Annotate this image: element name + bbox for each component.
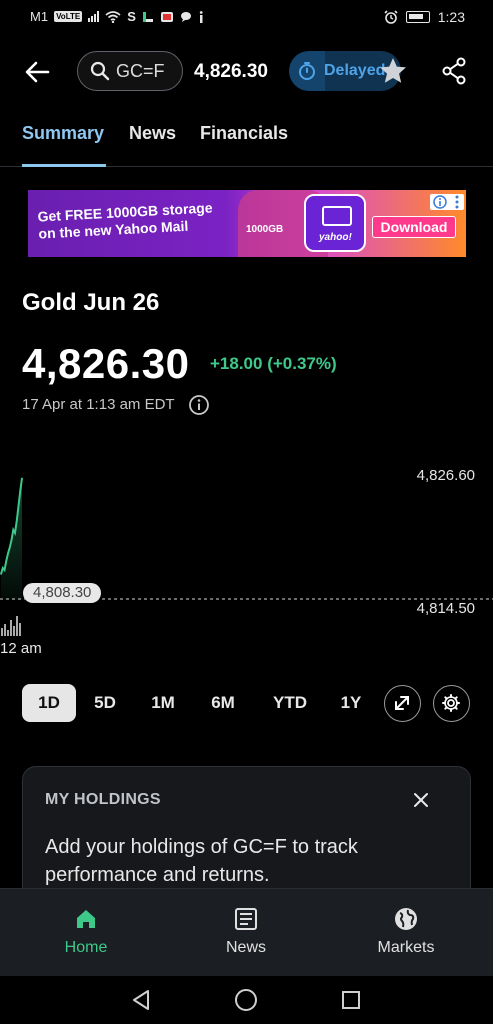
battery-icon bbox=[405, 11, 430, 23]
delayed-clock-bg bbox=[289, 51, 325, 91]
series-point bbox=[14, 532, 16, 534]
active-tab-indicator bbox=[22, 164, 106, 167]
series-point bbox=[7, 552, 9, 555]
ad-storage-badge: 1000GB bbox=[246, 224, 284, 235]
star-icon bbox=[380, 58, 406, 83]
mail-notification-icon bbox=[160, 11, 173, 22]
gear-icon bbox=[442, 694, 460, 712]
price-change: +18.00 (+0.37%) bbox=[210, 354, 337, 373]
delayed-label: Delayed bbox=[324, 62, 386, 79]
status-extra-label: S bbox=[127, 9, 136, 24]
chat-notification-icon bbox=[180, 11, 191, 22]
status-bar: M1 VoLTE S 1:23 bbox=[0, 0, 493, 34]
system-recents-icon[interactable] bbox=[341, 990, 361, 1010]
carrier-label: M1 bbox=[30, 9, 49, 24]
quote-header: GC=F 4,826.30 Delayed bbox=[0, 48, 493, 96]
price-chart[interactable]: 4,826.60 4,814.50 4,808.30 12 am bbox=[0, 430, 493, 670]
fullscreen-chart-button[interactable] bbox=[384, 685, 421, 722]
nav-news-label: News bbox=[225, 939, 266, 956]
chart-settings-button[interactable] bbox=[433, 685, 470, 722]
series-point bbox=[12, 529, 14, 531]
dismiss-holdings-button[interactable] bbox=[412, 791, 430, 814]
envelope-icon bbox=[322, 206, 352, 226]
previous-close-badge: 4,808.30 bbox=[23, 583, 102, 603]
share-button[interactable] bbox=[441, 57, 467, 90]
range-selector: 1D 5D 1M 6M YTD 1Y bbox=[0, 684, 493, 724]
nav-markets[interactable]: Markets bbox=[346, 889, 466, 977]
ad-banner[interactable]: Get FREE 1000GB storage on the new Yahoo… bbox=[28, 190, 466, 257]
watchlist-star-button[interactable] bbox=[378, 56, 408, 91]
series-point bbox=[9, 546, 11, 548]
signal-icon bbox=[88, 11, 100, 22]
series-point bbox=[19, 489, 21, 492]
chart-low-label: 4,814.50 bbox=[416, 600, 475, 617]
ad-info-icon bbox=[433, 195, 447, 209]
range-ytd[interactable]: YTD bbox=[262, 684, 318, 722]
info-icon bbox=[189, 395, 209, 415]
share-icon bbox=[442, 57, 466, 85]
chart-time-label: 12 am bbox=[0, 640, 42, 657]
info-notification-icon bbox=[199, 10, 203, 23]
timer-icon bbox=[299, 62, 315, 80]
series-point bbox=[5, 560, 7, 562]
series-point bbox=[2, 567, 4, 569]
range-5d[interactable]: 5D bbox=[82, 684, 128, 722]
home-icon bbox=[77, 910, 95, 928]
my-holdings-card: MY HOLDINGS Add your holdings of GC=F to… bbox=[22, 766, 471, 906]
tab-news[interactable]: News bbox=[129, 123, 176, 144]
range-6m[interactable]: 6M bbox=[200, 684, 246, 722]
series-point bbox=[21, 477, 23, 479]
volume-bars bbox=[1, 616, 21, 636]
clock-label: 1:23 bbox=[437, 9, 465, 25]
system-nav-bar bbox=[0, 976, 493, 1024]
ad-choices-button[interactable] bbox=[430, 194, 464, 210]
tab-financials[interactable]: Financials bbox=[200, 123, 288, 144]
back-button[interactable] bbox=[22, 58, 52, 86]
news-icon bbox=[235, 908, 257, 930]
quote-timestamp: 17 Apr at 1:13 am EDT bbox=[22, 396, 175, 413]
close-icon bbox=[414, 793, 428, 807]
series-point bbox=[16, 519, 18, 522]
range-1y[interactable]: 1Y bbox=[328, 684, 374, 722]
ad-download-button[interactable]: Download bbox=[372, 216, 456, 238]
range-1m[interactable]: 1M bbox=[140, 684, 186, 722]
series-point bbox=[10, 539, 13, 541]
series-point bbox=[17, 505, 20, 507]
series-point bbox=[3, 569, 6, 571]
current-price: 4,826.30 bbox=[22, 340, 190, 387]
yahoo-brand-text: yahoo! bbox=[319, 232, 352, 243]
nav-news[interactable]: News bbox=[186, 889, 306, 977]
nav-home[interactable]: Home bbox=[26, 889, 146, 977]
system-home-icon[interactable] bbox=[234, 988, 258, 1012]
alarm-icon bbox=[384, 10, 398, 24]
globe-icon bbox=[395, 908, 417, 930]
tab-summary[interactable]: Summary bbox=[22, 123, 104, 144]
yahoo-mail-logo: yahoo! bbox=[304, 194, 366, 252]
back-arrow-icon bbox=[25, 61, 50, 83]
nav-home-label: Home bbox=[64, 939, 108, 956]
header-price: 4,826.30 bbox=[194, 61, 268, 82]
instrument-name: Gold Jun 26 bbox=[22, 289, 160, 316]
app-notification-icon bbox=[142, 11, 153, 22]
symbol-search-button[interactable]: GC=F bbox=[77, 51, 183, 91]
chart-plot bbox=[0, 477, 493, 636]
quote-info-button[interactable] bbox=[188, 394, 210, 421]
ad-more-icon bbox=[455, 195, 459, 209]
expand-icon bbox=[395, 696, 409, 710]
nav-markets-label: Markets bbox=[377, 939, 435, 956]
chart-high-label: 4,826.60 bbox=[416, 467, 475, 484]
bottom-nav: Home News Markets bbox=[0, 888, 493, 976]
ad-headline: Get FREE 1000GB storage on the new Yahoo… bbox=[37, 199, 214, 242]
quote-tabs: Summary News Financials bbox=[0, 118, 493, 167]
series-point bbox=[0, 573, 2, 575]
search-icon bbox=[90, 61, 110, 81]
holdings-title: MY HOLDINGS bbox=[45, 791, 161, 808]
holdings-body: Add your holdings of GC=F to track perfo… bbox=[45, 836, 358, 886]
volte-badge: VoLTE bbox=[54, 11, 83, 22]
range-1d[interactable]: 1D bbox=[22, 684, 76, 722]
wifi-icon bbox=[105, 10, 121, 23]
system-back-icon[interactable] bbox=[130, 989, 152, 1011]
search-symbol-text: GC=F bbox=[116, 60, 165, 81]
